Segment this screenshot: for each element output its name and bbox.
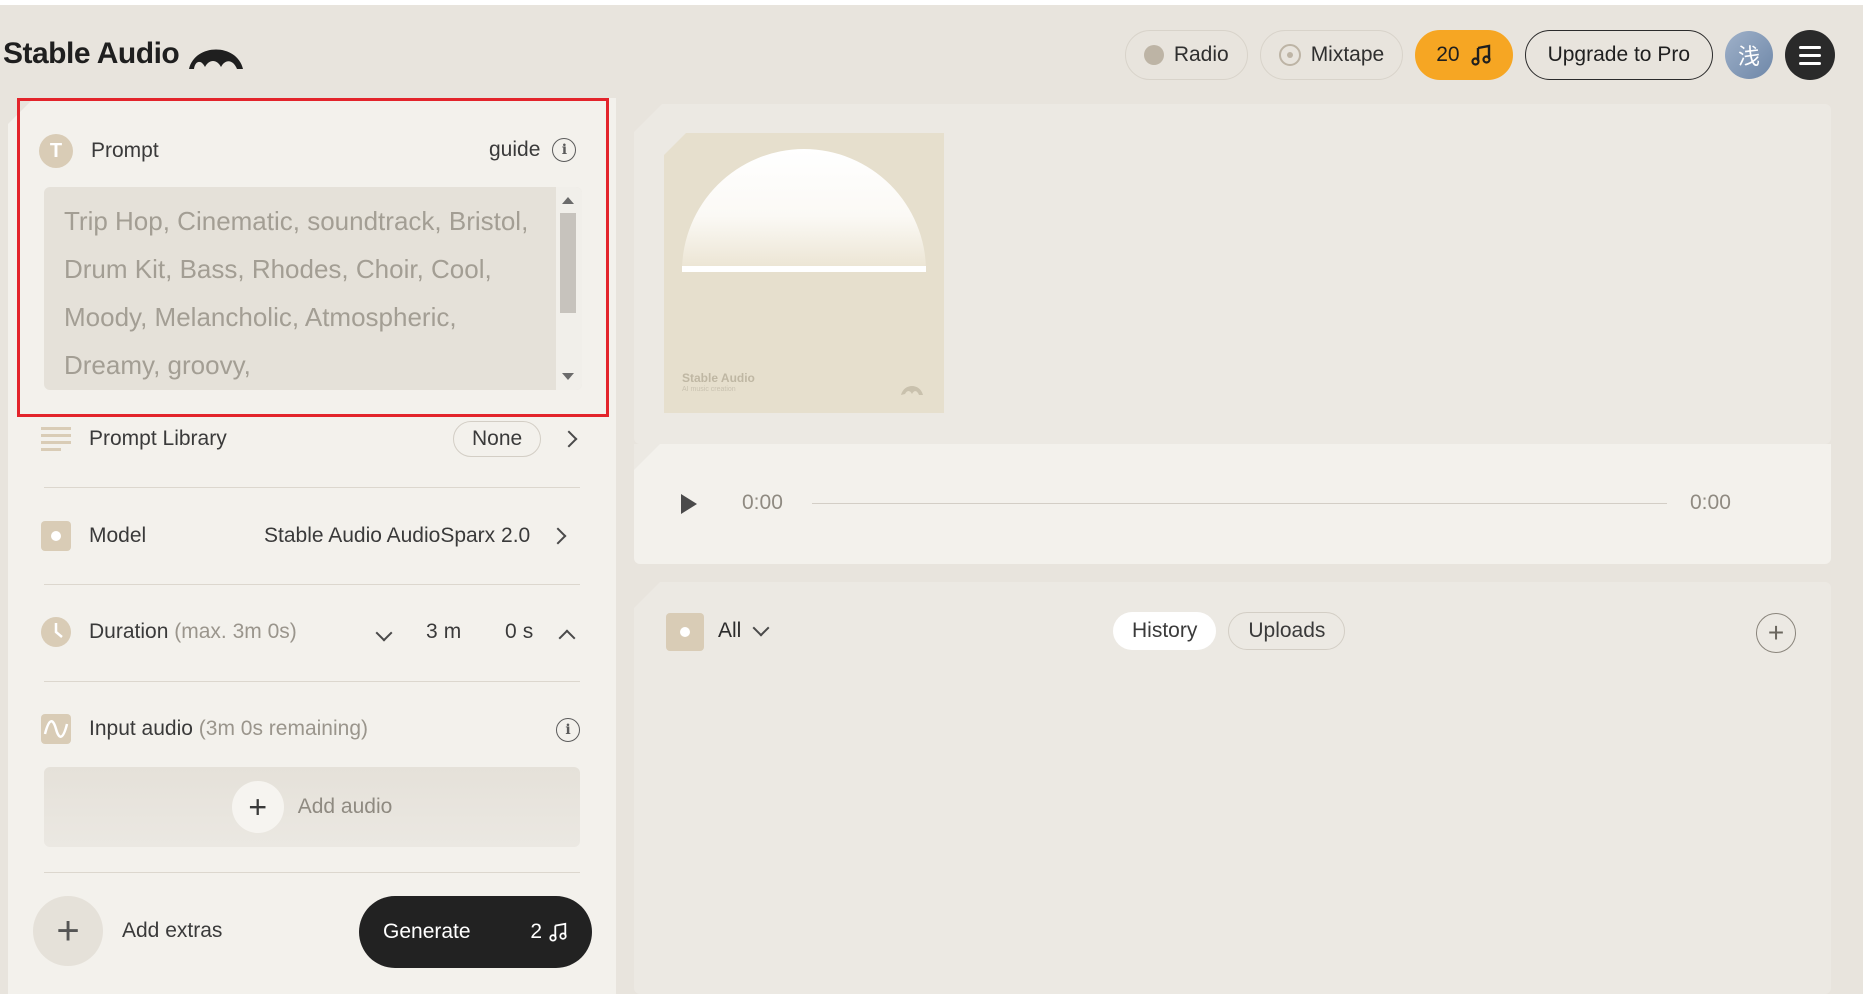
disc-icon <box>1278 44 1301 66</box>
album-title: Stable Audio <box>682 371 755 385</box>
top-nav: Radio Mixtape 20 Upgrade to Pro 浅 <box>1124 30 1835 80</box>
mixtape-label: Mixtape <box>1310 43 1385 66</box>
total-time: 0:00 <box>1690 491 1731 514</box>
chevron-right-icon[interactable] <box>560 430 578 448</box>
credits-count: 20 <box>1436 43 1460 66</box>
minutes-value[interactable]: 3 <box>426 620 438 644</box>
input-audio-row: Input audio (3m 0s remaining) <box>41 714 368 744</box>
divider <box>44 487 580 488</box>
add-audio-button[interactable]: + Add audio <box>44 767 580 847</box>
prompt-library-select[interactable]: None <box>453 421 578 457</box>
chevron-down-icon[interactable] <box>752 619 770 637</box>
avatar[interactable]: 浅 <box>1725 31 1773 79</box>
generate-label: Generate <box>383 920 471 943</box>
filter-icon[interactable] <box>666 613 704 651</box>
divider <box>44 584 580 585</box>
info-icon[interactable]: i <box>556 718 580 742</box>
model-label: Model <box>89 524 147 547</box>
prompt-library-label: Prompt Library <box>89 427 227 450</box>
add-extras-label[interactable]: Add extras <box>122 919 222 943</box>
panel-corner <box>634 444 660 470</box>
progress-bar[interactable] <box>812 503 1667 504</box>
audio-player <box>634 444 1831 564</box>
plus-icon[interactable]: + <box>231 781 284 833</box>
radio-label: Radio <box>1173 43 1229 66</box>
duration-row: Duration (max. 3m 0s) <box>41 617 297 647</box>
wave-logo-icon <box>189 49 244 69</box>
history-tabs: History Uploads <box>1113 612 1346 650</box>
generate-cost-value: 2 <box>530 920 542 943</box>
list-icon <box>41 427 71 451</box>
play-icon[interactable] <box>681 494 697 514</box>
generate-button[interactable]: Generate 2 <box>359 896 592 968</box>
duration-label: Duration (max. 3m 0s) <box>89 620 297 644</box>
album-corner <box>664 133 686 155</box>
duration-decrease-button[interactable] <box>375 624 393 642</box>
model-row: Model <box>41 521 146 551</box>
divider <box>44 681 580 682</box>
credits-button[interactable]: 20 <box>1415 30 1513 80</box>
chevron-right-icon[interactable] <box>549 527 567 545</box>
duration-hint: (max. 3m 0s) <box>174 620 297 643</box>
highlight-box <box>17 98 609 417</box>
model-select[interactable]: Stable Audio AudioSparx 2.0 <box>264 524 567 548</box>
model-icon <box>41 521 71 551</box>
chevron-up-icon[interactable] <box>558 629 576 647</box>
music-note-icon <box>1470 44 1491 66</box>
logo-text: Stable Audio <box>3 37 180 70</box>
seconds-unit: s <box>522 620 534 643</box>
input-audio-title: Input audio <box>89 717 193 740</box>
add-extras-button[interactable]: + <box>33 896 103 966</box>
album-subtitle: AI music creation <box>682 386 736 393</box>
clock-icon <box>41 617 71 647</box>
add-audio-label: Add audio <box>297 795 393 818</box>
duration-minutes[interactable]: 3 m <box>426 620 461 644</box>
radio-dot-icon <box>1143 45 1164 65</box>
mixtape-button[interactable]: Mixtape <box>1259 30 1404 80</box>
music-note-icon <box>549 922 567 942</box>
tab-uploads[interactable]: Uploads <box>1228 612 1346 650</box>
prompt-library-value[interactable]: None <box>453 421 542 457</box>
input-audio-info[interactable]: i <box>556 718 580 742</box>
radio-button[interactable]: Radio <box>1124 30 1248 80</box>
app-logo[interactable]: Stable Audio <box>3 34 245 74</box>
tab-history[interactable]: History <box>1113 612 1217 650</box>
model-value[interactable]: Stable Audio AudioSparx 2.0 <box>264 524 530 548</box>
album-art: Stable Audio AI music creation <box>664 133 944 413</box>
menu-line-icon <box>1799 61 1821 65</box>
top-border <box>0 0 1863 5</box>
minutes-unit: m <box>443 620 462 643</box>
current-time: 0:00 <box>742 491 783 514</box>
duration-increase-button[interactable] <box>558 629 576 647</box>
duration-seconds[interactable]: 0 s <box>505 620 533 644</box>
duration-title: Duration <box>89 620 169 643</box>
generate-cost: 2 <box>530 920 568 944</box>
waveform-icon <box>41 714 71 744</box>
chevron-down-icon[interactable] <box>375 624 393 642</box>
hamburger-menu-button[interactable] <box>1785 30 1835 80</box>
filter-dropdown[interactable]: All <box>718 619 770 643</box>
panel-corner <box>634 582 660 608</box>
menu-line-icon <box>1799 53 1821 57</box>
input-audio-label: Input audio (3m 0s remaining) <box>89 717 368 741</box>
upgrade-button[interactable]: Upgrade to Pro <box>1524 30 1713 80</box>
panel-corner <box>634 104 662 132</box>
menu-line-icon <box>1799 45 1821 49</box>
divider <box>44 872 580 873</box>
filter-label[interactable]: All <box>718 619 741 643</box>
add-plus-button[interactable]: + <box>1756 613 1796 653</box>
input-audio-hint: (3m 0s remaining) <box>198 717 369 740</box>
prompt-library-row[interactable]: Prompt Library <box>41 425 227 453</box>
seconds-value[interactable]: 0 <box>505 620 517 644</box>
